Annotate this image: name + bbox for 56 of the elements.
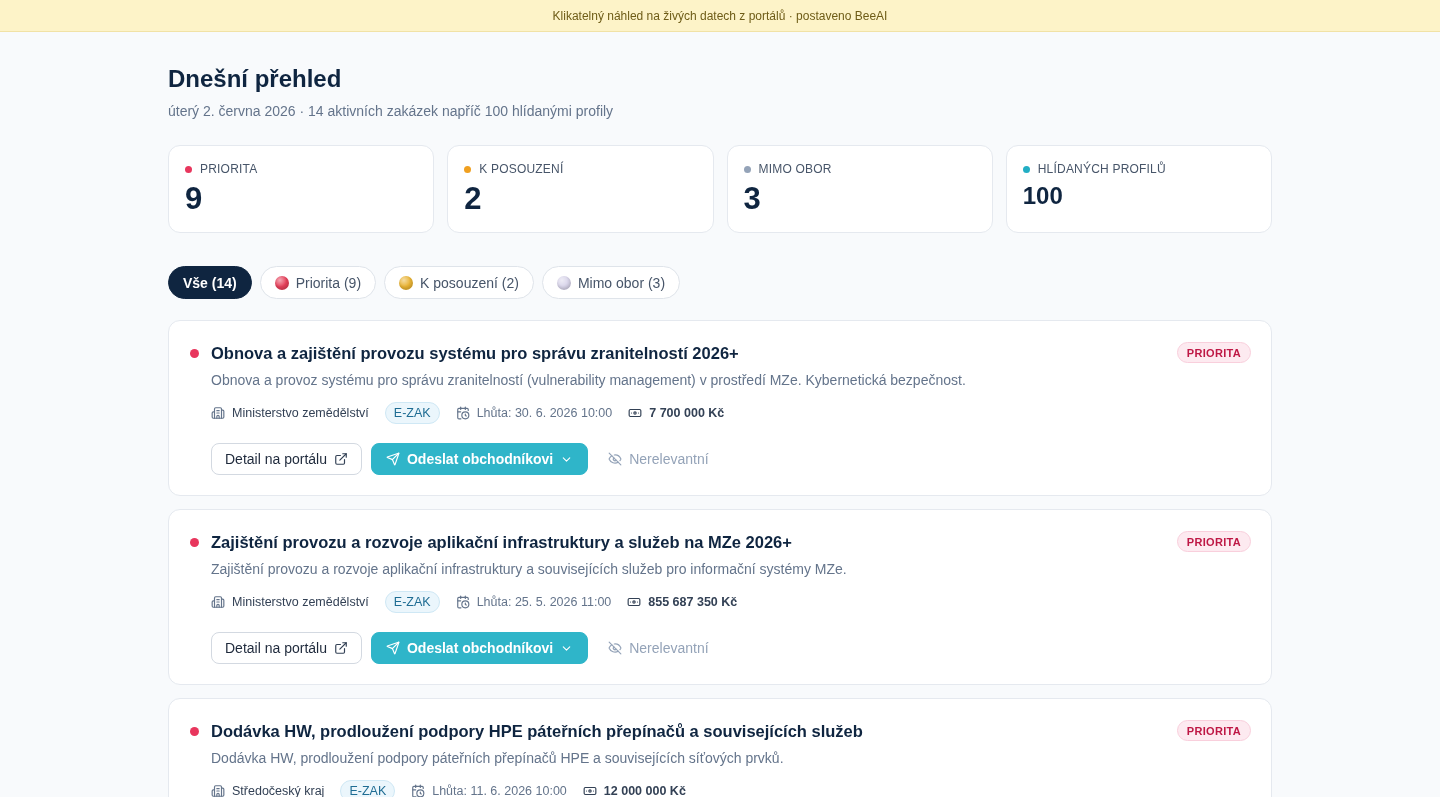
page-title: Dnešní přehled — [168, 64, 343, 94]
eye-off-icon — [608, 641, 623, 655]
stat-value: 100 — [1022, 181, 1064, 211]
status-dot — [190, 727, 199, 736]
banknote-icon — [628, 406, 643, 420]
buyer-name: Středočeský kraj — [232, 784, 325, 797]
external-link-icon — [333, 641, 348, 655]
filter-tab[interactable]: Mimo obor (3) — [541, 266, 681, 299]
banknote-icon — [582, 784, 597, 797]
tender-description: Obnova a provoz systému pro správu zranitelností (vulnerability management) v prostředí MZe. Kybernetická bezpečnost. — [211, 371, 967, 390]
status-dot — [190, 349, 199, 358]
tender-description: Dodávka HW, prodloužení podpory páteřních přepínačů HPE a souvisejících síťových prvků. — [211, 749, 785, 768]
eye-off-icon — [608, 452, 623, 466]
tender-value: 7 700 000 Kč — [649, 406, 725, 420]
tender-value: 12 000 000 Kč — [603, 784, 686, 797]
tender-title: Zajištění provozu a rozvoje aplikační infrastruktury a služeb na MZe 2026+ — [211, 532, 792, 553]
portal-badge: E-ZAK — [384, 591, 440, 613]
tender-description: Zajištění provozu a rozvoje aplikační infrastruktury a souvisejících služeb pro informační systémy MZe. — [211, 560, 848, 579]
status-dot — [190, 538, 199, 547]
stat-value: 3 — [743, 180, 762, 218]
portal-badge: E-ZAK — [384, 402, 440, 424]
priority-badge: PRIORITA — [1176, 531, 1251, 552]
info-banner: Klikatelný náhled na živých datech z portálů · postaveno BeeAI — [0, 0, 1440, 32]
stat-label: K POSOUZENÍ — [479, 161, 564, 177]
tender-title: Dodávka HW, prodloužení podpory HPE páteřních přepínačů a souvisejících služeb — [211, 721, 863, 742]
buyer-name: Ministerstvo zemědělství — [232, 406, 369, 420]
filter-tab[interactable]: Vše (14) — [168, 266, 252, 299]
stat-label: MIMO OBOR — [758, 161, 832, 177]
calendar-clock-icon — [455, 595, 470, 609]
stat-value: 2 — [464, 180, 483, 218]
tender-value: 855 687 350 Kč — [648, 595, 738, 609]
send-icon — [385, 452, 400, 466]
deadline-text: Lhůta: 30. 6. 2026 10:00 — [476, 406, 613, 420]
building-icon — [211, 406, 225, 420]
filter-tab[interactable]: Priorita (9) — [259, 266, 377, 299]
tender-title: Obnova a zajištění provozu systému pro správu zranitelností 2026+ — [211, 343, 739, 364]
stat-label: PRIORITA — [200, 161, 258, 177]
external-link-icon — [333, 452, 348, 466]
priority-badge: PRIORITA — [1176, 720, 1251, 741]
stat-value: 9 — [185, 180, 204, 218]
buyer-name: Ministerstvo zemědělství — [232, 595, 369, 609]
building-icon — [211, 595, 225, 609]
deadline-text: Lhůta: 25. 5. 2026 11:00 — [476, 595, 612, 609]
calendar-clock-icon — [455, 406, 470, 420]
building-icon — [211, 784, 225, 797]
deadline-text: Lhůta: 11. 6. 2026 10:00 — [432, 784, 567, 797]
banknote-icon — [627, 595, 642, 609]
portal-badge: E-ZAK — [340, 780, 396, 797]
detail-button[interactable]: Detail na portálu — [211, 443, 362, 475]
stat-label: HLÍDANÝCH PROFILŮ — [1037, 161, 1166, 177]
page-subtitle: úterý 2. června 2026 · 14 aktivních zakázek napříč 100 hlídanými profily — [168, 102, 615, 121]
calendar-clock-icon — [411, 784, 426, 797]
send-icon — [385, 641, 400, 655]
detail-button[interactable]: Detail na portálu — [211, 632, 362, 664]
filter-tab[interactable]: K posouzení (2) — [384, 266, 534, 299]
priority-badge: PRIORITA — [1176, 342, 1251, 363]
